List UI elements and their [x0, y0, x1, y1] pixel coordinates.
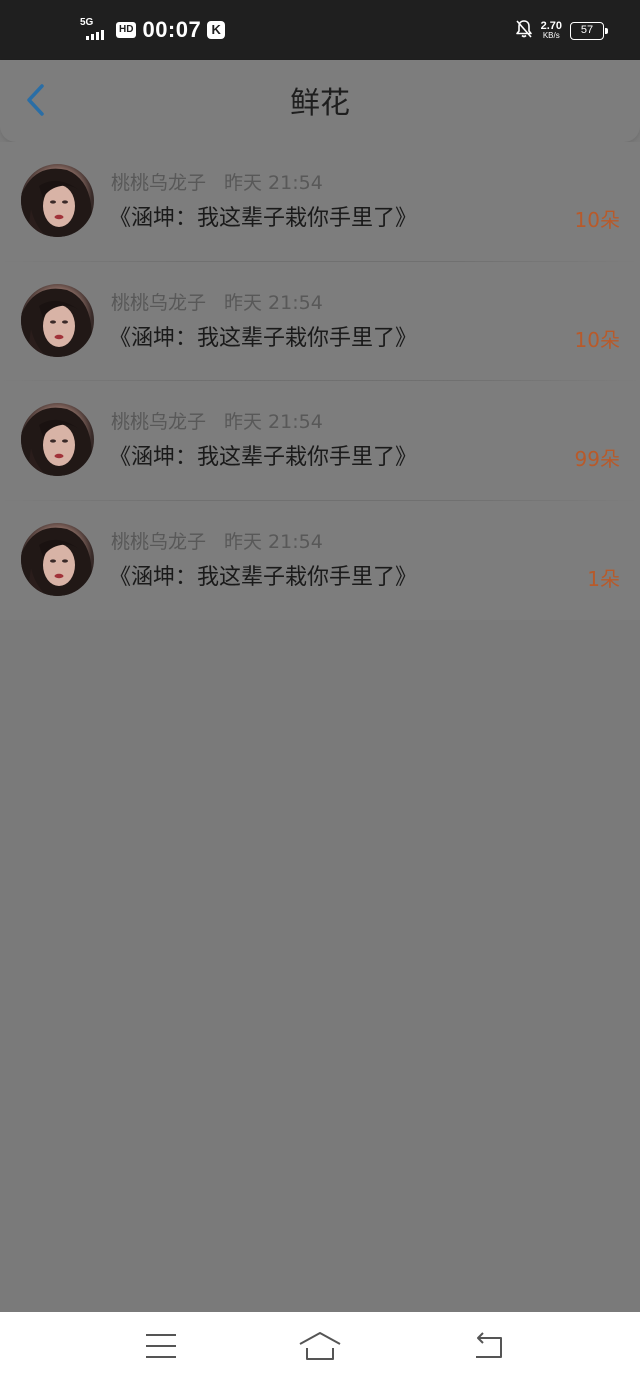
flower-count: 10朵 [574, 208, 620, 232]
flower-list: 桃桃乌龙子 昨天 21:54 《涵坤：我这辈子栽你手里了》 10朵 桃桃乌龙子 … [0, 142, 640, 620]
timestamp: 昨天 21:54 [224, 291, 323, 314]
timestamp: 昨天 21:54 [224, 411, 323, 433]
bell-off-icon [515, 19, 533, 43]
flower-count: 1朵 [587, 566, 620, 591]
item-meta: 桃桃乌龙子 昨天 21:54 [111, 529, 323, 555]
network-speed: 2.70 KB/s [541, 21, 562, 41]
avatar[interactable] [21, 283, 94, 357]
message-text: 《涵坤：我这辈子栽你手里了》 [109, 445, 418, 470]
username: 桃桃乌龙子 [111, 172, 207, 194]
home-icon [298, 1331, 342, 1365]
flower-count: 10朵 [574, 327, 620, 352]
network-type: 5G [80, 17, 94, 28]
status-right: 2.70 KB/s 57 [515, 18, 608, 44]
avatar[interactable] [21, 522, 94, 596]
list-item[interactable]: 桃桃乌龙子 昨天 21:54 《涵坤：我这辈子栽你手里了》 1朵 [0, 501, 640, 621]
avatar[interactable] [21, 164, 94, 237]
item-meta: 桃桃乌龙子 昨天 21:54 [111, 290, 323, 316]
avatar[interactable] [21, 403, 94, 476]
app-badge-icon: K [207, 21, 226, 39]
battery-icon: 57 [570, 22, 608, 40]
speed-value: 2.70 [540, 20, 562, 32]
menu-button[interactable] [137, 1328, 185, 1368]
signal-icon: 5G [80, 18, 110, 42]
hd-badge: HD [116, 22, 137, 38]
username: 桃桃乌龙子 [111, 411, 207, 433]
message-text: 《涵坤：我这辈子栽你手里了》 [109, 325, 418, 351]
menu-icon [145, 1333, 177, 1363]
home-button[interactable] [296, 1328, 344, 1368]
back-arrow-icon [472, 1332, 504, 1364]
timestamp: 昨天 21:54 [224, 172, 323, 194]
timestamp: 昨天 21:54 [224, 530, 323, 553]
list-item[interactable]: 桃桃乌龙子 昨天 21:54 《涵坤：我这辈子栽你手里了》 10朵 [0, 142, 640, 262]
back-nav-button[interactable] [464, 1328, 512, 1368]
status-bar: 5G HD 00:07 K 2.70 KB/s 57 [0, 0, 640, 60]
username: 桃桃乌龙子 [111, 291, 207, 314]
list-item[interactable]: 桃桃乌龙子 昨天 21:54 《涵坤：我这辈子栽你手里了》 10朵 [0, 262, 640, 381]
item-meta: 桃桃乌龙子 昨天 21:54 [111, 170, 323, 196]
username: 桃桃乌龙子 [111, 530, 207, 553]
page-title: 鲜花 [290, 86, 350, 121]
status-left: 5G HD 00:07 K [80, 14, 226, 46]
system-nav-bar [0, 1312, 640, 1387]
screen: 5G HD 00:07 K 2.70 KB/s 57 鲜花 桃桃乌龙子 昨天 2… [0, 0, 640, 1387]
item-meta: 桃桃乌龙子 昨天 21:54 [111, 409, 323, 435]
flower-count: 99朵 [574, 447, 620, 471]
message-text: 《涵坤：我这辈子栽你手里了》 [109, 206, 418, 231]
header: 鲜花 [0, 60, 640, 142]
list-item[interactable]: 桃桃乌龙子 昨天 21:54 《涵坤：我这辈子栽你手里了》 99朵 [0, 381, 640, 501]
status-time: 00:07 [142, 17, 202, 42]
speed-unit: KB/s [542, 31, 560, 40]
message-text: 《涵坤：我这辈子栽你手里了》 [109, 564, 418, 590]
